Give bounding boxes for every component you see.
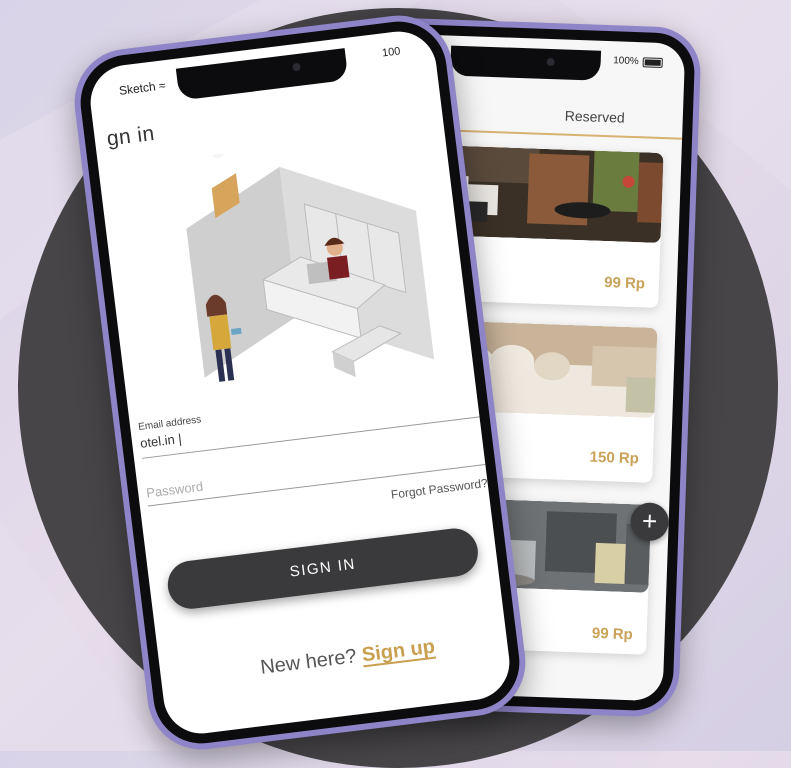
room-price: 99 Rp [603,274,646,293]
page-title: gn in [105,121,157,151]
signup-row: New here? Sign up [259,636,436,680]
sign-up-link[interactable]: Sign up [361,636,436,667]
signup-prompt: New here? [259,645,358,679]
battery-percent: 100% [612,55,639,68]
email-label: Email address [137,414,202,434]
status-bar-left: Sketch ≈ [118,78,166,98]
reception-illustration [186,139,435,382]
carrier-label: Sketch [118,79,157,98]
room-price: 150 Rp [589,448,640,468]
tab-reserved[interactable]: Reserved [565,108,625,126]
room-price: 99 Rp [591,624,634,644]
password-input[interactable]: Password [145,479,203,501]
camera-icon [292,62,301,72]
battery-icon [642,56,663,68]
notch [175,48,349,101]
battery-percent: 100 [381,45,402,60]
forgot-password-link[interactable]: Forgot Password? [390,476,488,502]
add-button[interactable]: + [630,502,670,542]
email-input[interactable]: otel.in | [139,431,182,451]
camera-icon [546,57,555,67]
wifi-icon: ≈ [157,78,167,93]
status-bar: 100% [613,55,663,68]
notch [450,45,602,81]
plus-icon: + [641,505,658,537]
sign-in-button[interactable]: SIGN IN [165,525,481,612]
